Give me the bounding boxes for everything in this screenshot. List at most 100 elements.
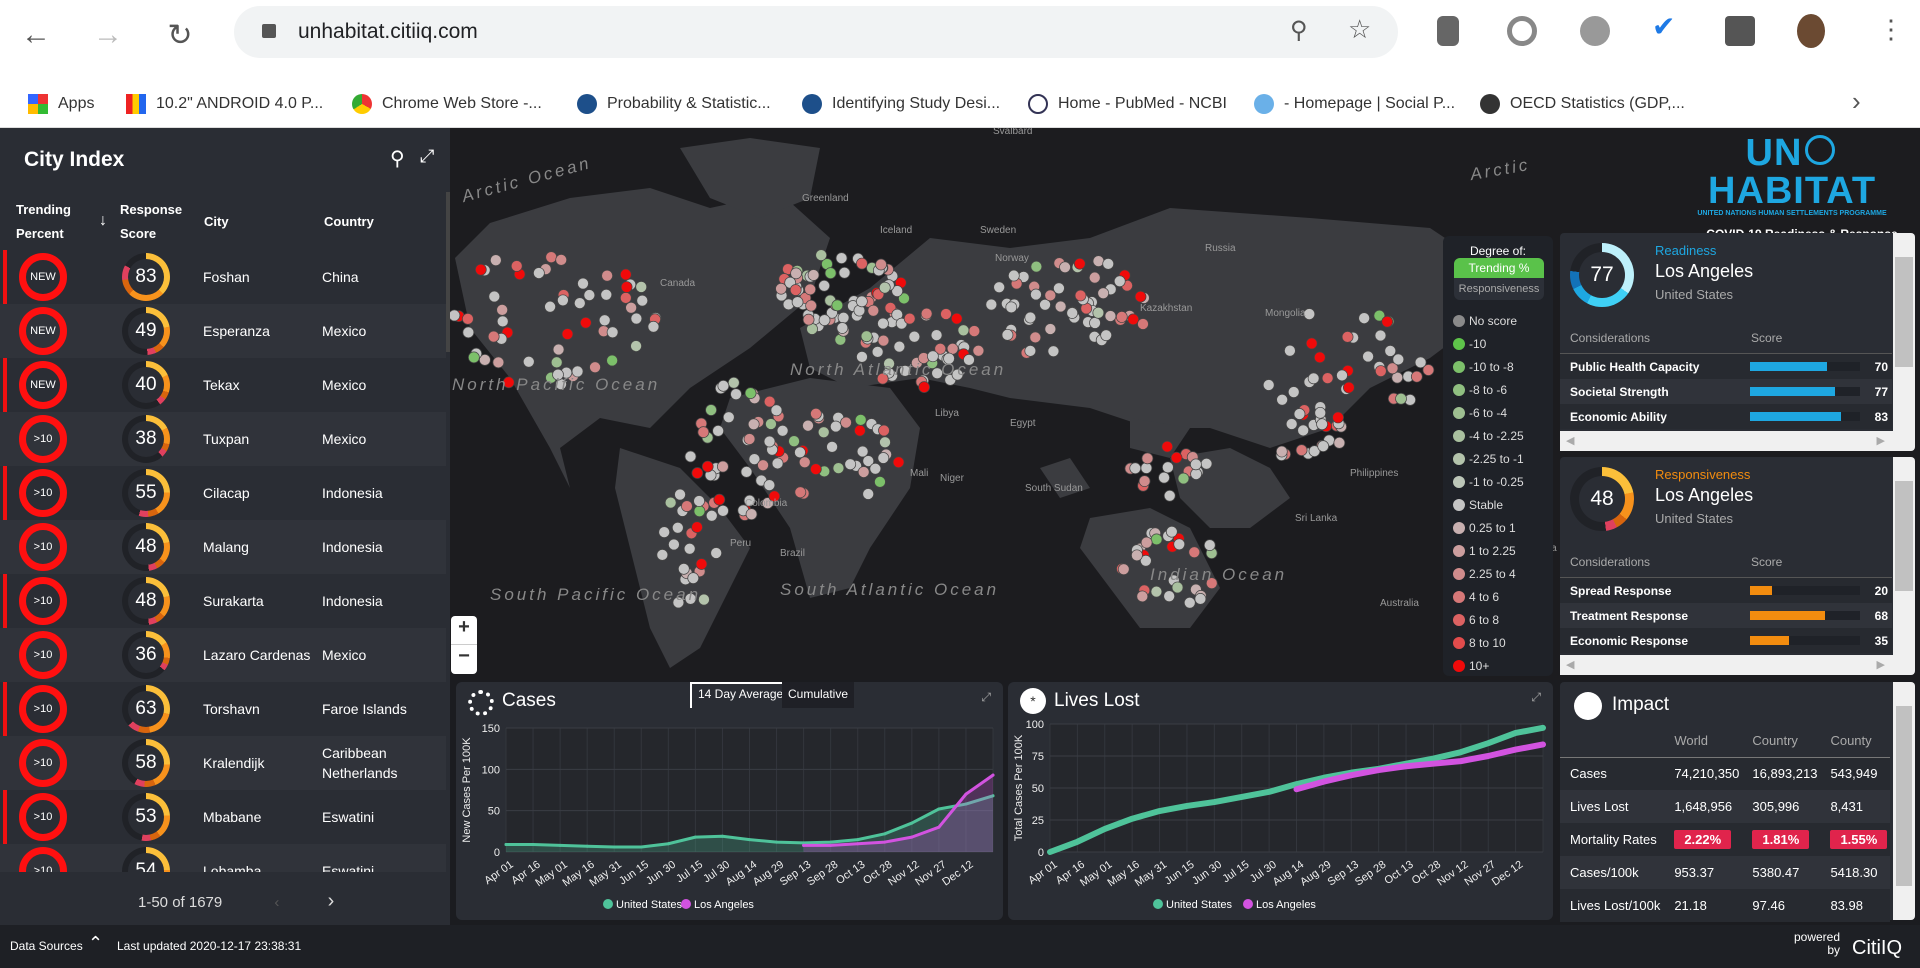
city-marker[interactable] — [832, 462, 845, 474]
city-marker[interactable] — [871, 345, 884, 358]
bookmark-item[interactable]: Identifying Study Desi... — [802, 94, 1000, 114]
city-marker[interactable] — [1341, 330, 1354, 343]
city-marker[interactable] — [869, 462, 882, 475]
city-marker[interactable] — [877, 452, 890, 464]
column-city[interactable]: City — [204, 210, 229, 234]
city-marker[interactable] — [993, 281, 1006, 294]
city-marker[interactable] — [972, 344, 985, 357]
city-marker[interactable] — [1115, 311, 1128, 323]
city-marker[interactable] — [1410, 370, 1423, 383]
city-marker[interactable] — [684, 450, 697, 463]
city-marker[interactable] — [1203, 539, 1216, 552]
city-marker[interactable] — [722, 411, 735, 424]
city-marker[interactable] — [1314, 406, 1327, 419]
city-marker[interactable] — [763, 435, 776, 448]
city-marker[interactable] — [1044, 323, 1057, 335]
city-marker[interactable] — [693, 505, 706, 518]
city-marker[interactable] — [598, 314, 611, 327]
city-marker[interactable] — [1295, 444, 1308, 456]
data-point[interactable] — [504, 843, 508, 847]
city-marker[interactable] — [577, 277, 589, 290]
data-point[interactable] — [1158, 809, 1162, 813]
column-trending[interactable]: Trending Percent — [16, 198, 71, 246]
city-marker[interactable] — [1163, 489, 1176, 502]
chevron-right-icon[interactable]: › — [1852, 86, 1861, 117]
city-marker[interactable] — [1317, 440, 1330, 452]
data-point[interactable] — [1103, 827, 1107, 831]
forward-icon[interactable]: → — [88, 18, 128, 52]
city-marker[interactable] — [606, 354, 618, 367]
city-marker[interactable] — [462, 312, 474, 325]
city-marker[interactable] — [589, 361, 601, 374]
data-point[interactable] — [748, 838, 751, 842]
city-marker[interactable] — [717, 504, 729, 517]
city-marker[interactable] — [940, 308, 952, 320]
city-marker[interactable] — [1030, 260, 1043, 273]
data-sources-link[interactable]: Data Sources — [10, 939, 83, 953]
city-marker[interactable] — [658, 526, 671, 538]
city-marker[interactable] — [805, 299, 817, 312]
city-marker[interactable] — [1141, 452, 1154, 465]
city-marker[interactable] — [687, 572, 700, 584]
legend-label[interactable]: Los Angeles — [1256, 899, 1316, 911]
horizontal-scrollbar[interactable]: ◀ ▶ — [1560, 431, 1893, 451]
city-marker[interactable] — [862, 488, 875, 500]
city-marker[interactable] — [985, 298, 998, 311]
city-marker[interactable] — [705, 404, 717, 416]
city-marker[interactable] — [877, 334, 890, 347]
city-marker[interactable] — [1097, 287, 1110, 300]
data-point[interactable] — [720, 834, 724, 838]
city-marker[interactable] — [893, 340, 906, 353]
city-marker[interactable] — [691, 521, 703, 533]
legend-label[interactable]: Los Angeles — [694, 899, 754, 911]
city-marker[interactable] — [1188, 546, 1201, 559]
city-marker[interactable] — [1275, 445, 1288, 458]
zoom-out-icon[interactable]: ⚲ — [1290, 16, 1308, 45]
city-marker[interactable] — [794, 446, 806, 459]
city-marker[interactable] — [1381, 315, 1394, 328]
city-marker[interactable] — [918, 381, 930, 393]
city-marker[interactable] — [693, 495, 705, 507]
data-point[interactable] — [937, 825, 941, 829]
city-marker[interactable] — [810, 407, 822, 420]
city-marker[interactable] — [1089, 317, 1101, 329]
data-point[interactable] — [910, 821, 914, 825]
city-marker[interactable] — [950, 312, 963, 325]
city-marker[interactable] — [488, 290, 501, 303]
city-marker[interactable] — [579, 316, 592, 329]
city-marker[interactable] — [1138, 475, 1151, 487]
city-marker[interactable] — [831, 299, 844, 312]
city-marker[interactable] — [1374, 329, 1387, 342]
city-marker[interactable] — [840, 416, 852, 429]
table-row[interactable]: NEW 49 Esperanza Mexico — [0, 304, 446, 358]
data-point[interactable] — [964, 792, 968, 796]
city-marker[interactable] — [747, 418, 760, 431]
data-point[interactable] — [802, 843, 806, 847]
city-marker[interactable] — [1287, 386, 1300, 398]
city-marker[interactable] — [835, 252, 848, 264]
city-marker[interactable] — [1392, 353, 1405, 366]
city-marker[interactable] — [1165, 525, 1178, 538]
table-row[interactable]: >10 48 Surakarta Indonesia — [0, 574, 446, 628]
city-marker[interactable] — [817, 426, 830, 439]
city-marker[interactable] — [1384, 345, 1397, 357]
data-point[interactable] — [937, 807, 941, 811]
city-marker[interactable] — [1313, 351, 1326, 364]
checkmark-extension-icon[interactable]: ✔ — [1652, 10, 1682, 42]
city-marker[interactable] — [1007, 269, 1020, 282]
city-marker[interactable] — [561, 328, 574, 340]
city-marker[interactable] — [619, 292, 632, 304]
table-row[interactable]: >10 38 Tuxpan Mexico — [0, 412, 446, 466]
data-point[interactable] — [829, 840, 833, 844]
city-marker[interactable] — [802, 419, 814, 432]
city-marker[interactable] — [522, 355, 535, 368]
city-marker[interactable] — [844, 458, 857, 471]
bookmark-apps[interactable]: Apps — [28, 94, 94, 114]
city-marker[interactable] — [730, 388, 742, 401]
city-marker[interactable] — [930, 329, 943, 341]
city-marker[interactable] — [1140, 462, 1153, 474]
city-marker[interactable] — [1358, 312, 1371, 325]
data-point[interactable] — [1075, 840, 1079, 844]
data-point[interactable] — [531, 843, 535, 847]
city-marker[interactable] — [892, 456, 905, 469]
